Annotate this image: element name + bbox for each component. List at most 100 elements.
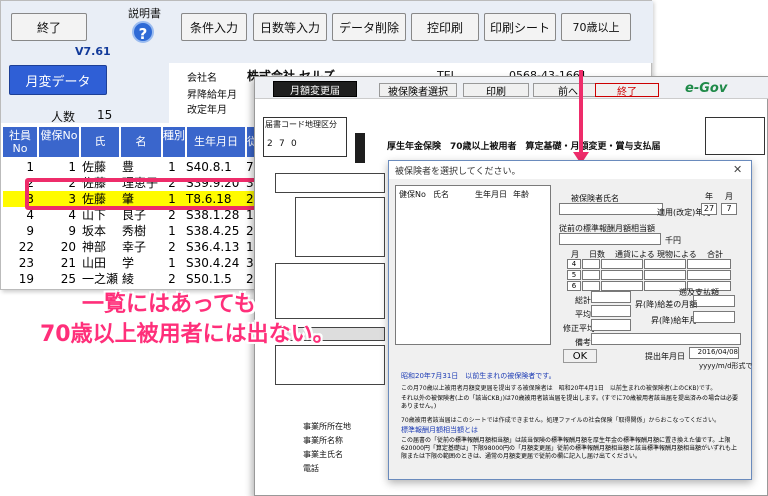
grid-field[interactable] bbox=[601, 259, 643, 269]
select-insured-button[interactable]: 被保険者選択 bbox=[379, 83, 457, 98]
table-row[interactable]: 2220神部幸子2S36.4.13160 bbox=[3, 239, 271, 255]
table-cell: 2 bbox=[168, 240, 176, 254]
rev-avg-field[interactable] bbox=[591, 319, 631, 331]
submit-date-field[interactable]: 2016/04/08 bbox=[689, 347, 739, 359]
info-line-1: 昭和20年7月31日 以前生まれの被保険者です。 bbox=[401, 372, 556, 380]
table-cell: S30.4.24 bbox=[186, 256, 240, 270]
col-birthdate: 生年月日 bbox=[187, 127, 245, 157]
employer-name-label: 事業主氏名 bbox=[303, 450, 343, 459]
print-button[interactable]: 印刷 bbox=[463, 83, 529, 98]
table-cell: 1 bbox=[168, 256, 176, 270]
note-label: 備考 bbox=[575, 338, 591, 347]
prev-std-field[interactable] bbox=[559, 233, 661, 245]
submit-label: 提出年月日 bbox=[645, 352, 685, 361]
raise-ym-field[interactable] bbox=[693, 311, 735, 323]
company-label: 会社名 bbox=[187, 73, 217, 84]
monthly-data-button[interactable]: 月変データ bbox=[9, 65, 107, 95]
grid-row: 5 bbox=[567, 270, 737, 280]
month-field[interactable]: 7 bbox=[721, 203, 737, 215]
table-cell: S40.8.1 bbox=[186, 160, 232, 174]
days-input-button[interactable]: 日数等入力 bbox=[253, 13, 327, 41]
table-cell: 綾 bbox=[122, 272, 135, 286]
table-cell: 幸子 bbox=[122, 240, 147, 254]
table-row[interactable]: 1925一之瀬綾2S50.1.5220 bbox=[3, 271, 271, 287]
code-value-2: 7 bbox=[279, 139, 285, 149]
grid-field[interactable] bbox=[601, 270, 643, 280]
tab-monthly-change[interactable]: 月額変更届 bbox=[273, 81, 357, 97]
table-cell: 学 bbox=[122, 256, 135, 270]
prev-button[interactable]: 前へ bbox=[533, 83, 603, 98]
phone-label: 電話 bbox=[303, 464, 319, 473]
insured-list[interactable] bbox=[395, 185, 551, 345]
table-row[interactable]: 11佐藤豊1S40.8.1750 bbox=[3, 159, 271, 175]
grid-field[interactable] bbox=[582, 281, 600, 291]
list-header-no: 健保No bbox=[399, 190, 426, 199]
copy-print-button[interactable]: 控印刷 bbox=[411, 13, 479, 41]
info-line-2: この月70歳以上被用者月額変更届を提出する被保険者は 昭和20年4月1日 以前生… bbox=[401, 385, 717, 392]
form-cell bbox=[275, 263, 385, 319]
table-cell: 坂本 bbox=[82, 224, 107, 238]
col-employee-no: 社員No bbox=[3, 127, 37, 157]
dialog-title: 被保険者を選択してください。 bbox=[389, 161, 751, 179]
avg-field[interactable] bbox=[591, 305, 631, 317]
close-icon[interactable]: ✕ bbox=[733, 163, 742, 176]
delete-data-button[interactable]: データ削除 bbox=[332, 13, 406, 41]
grid-field[interactable] bbox=[687, 270, 731, 280]
form-title: 厚生年金保険 70歳以上被用者 算定基礎・月額変更・賞与支払届 bbox=[387, 142, 661, 152]
table-cell: S50.1.5 bbox=[186, 272, 232, 286]
table-cell: 25 bbox=[60, 272, 76, 286]
table-cell: 山田 bbox=[82, 256, 107, 270]
black-marker bbox=[355, 133, 365, 163]
note-field[interactable] bbox=[591, 333, 741, 345]
total-field[interactable] bbox=[591, 291, 631, 303]
thousand-yen-label: 千円 bbox=[665, 236, 681, 245]
info-line-4: 70歳被用者該当届はこのシートでは作成できません。処理ファイルの社会保険「取得関… bbox=[401, 417, 720, 424]
office-address-label: 事業所所在地 bbox=[303, 422, 351, 431]
annotation-line-1: 一覧にはあっても bbox=[82, 292, 256, 317]
total-label: 総計 bbox=[575, 296, 591, 305]
grid-field[interactable] bbox=[582, 259, 600, 269]
table-cell: 1 bbox=[168, 160, 176, 174]
print-sheet-button[interactable]: 印刷シート bbox=[484, 13, 556, 41]
insured-name-field[interactable] bbox=[559, 203, 663, 215]
help-icon[interactable]: ? bbox=[132, 21, 154, 43]
end-form-button[interactable]: 終了 bbox=[595, 83, 659, 98]
table-cell: 22 bbox=[18, 240, 34, 254]
table-cell: 23 bbox=[18, 256, 34, 270]
grid-field[interactable] bbox=[644, 259, 686, 269]
end-button[interactable]: 終了 bbox=[11, 13, 87, 41]
table-cell: 一之瀬 bbox=[82, 272, 119, 286]
grid-month: 5 bbox=[567, 270, 581, 280]
raise-ym-label: 昇(降)給年月 bbox=[651, 316, 698, 325]
raise-label: 昇降給年月 bbox=[187, 90, 237, 101]
format-hint: yyyy/m/d形式で bbox=[699, 362, 753, 370]
col-given-name: 名 bbox=[121, 127, 161, 157]
retro-field[interactable] bbox=[693, 295, 735, 307]
code-value-1: 2 bbox=[267, 139, 273, 149]
over-70-button[interactable]: 70歳以上 bbox=[561, 13, 631, 41]
highlight-frame bbox=[25, 178, 265, 210]
code-label: 届書コード bbox=[265, 120, 305, 129]
grid-month: 6 bbox=[567, 281, 581, 291]
table-cell: 19 bbox=[18, 272, 34, 286]
grid-field[interactable] bbox=[644, 270, 686, 280]
form-cell bbox=[295, 197, 385, 257]
table-row[interactable]: 2321山田学1S30.4.24300 bbox=[3, 255, 271, 271]
raise-month-label: 昇(降)給差の月額 bbox=[635, 300, 698, 309]
table-cell: S38.4.25 bbox=[186, 224, 240, 238]
egov-logo: e-Gov bbox=[685, 81, 728, 96]
year-label: 年 bbox=[705, 192, 713, 201]
year-field[interactable]: 27 bbox=[701, 203, 717, 215]
table-cell: 佐藤 bbox=[82, 160, 107, 174]
manual-label: 説明書 bbox=[128, 7, 161, 20]
grid-field[interactable] bbox=[687, 259, 731, 269]
info-line-3: それ以外の被保険者(上の「該当CKB」)は70歳被用者該当届を提出します。(すで… bbox=[401, 395, 738, 410]
table-cell: 9 bbox=[68, 224, 76, 238]
ok-button[interactable]: OK bbox=[563, 349, 597, 363]
col-health-no: 健保No bbox=[39, 127, 79, 157]
condition-input-button[interactable]: 条件入力 bbox=[181, 13, 247, 41]
grid-field[interactable] bbox=[601, 281, 643, 291]
grid-field[interactable] bbox=[582, 270, 600, 280]
table-row[interactable]: 99坂本秀樹1S38.4.25280 bbox=[3, 223, 271, 239]
form-cell bbox=[275, 173, 385, 193]
